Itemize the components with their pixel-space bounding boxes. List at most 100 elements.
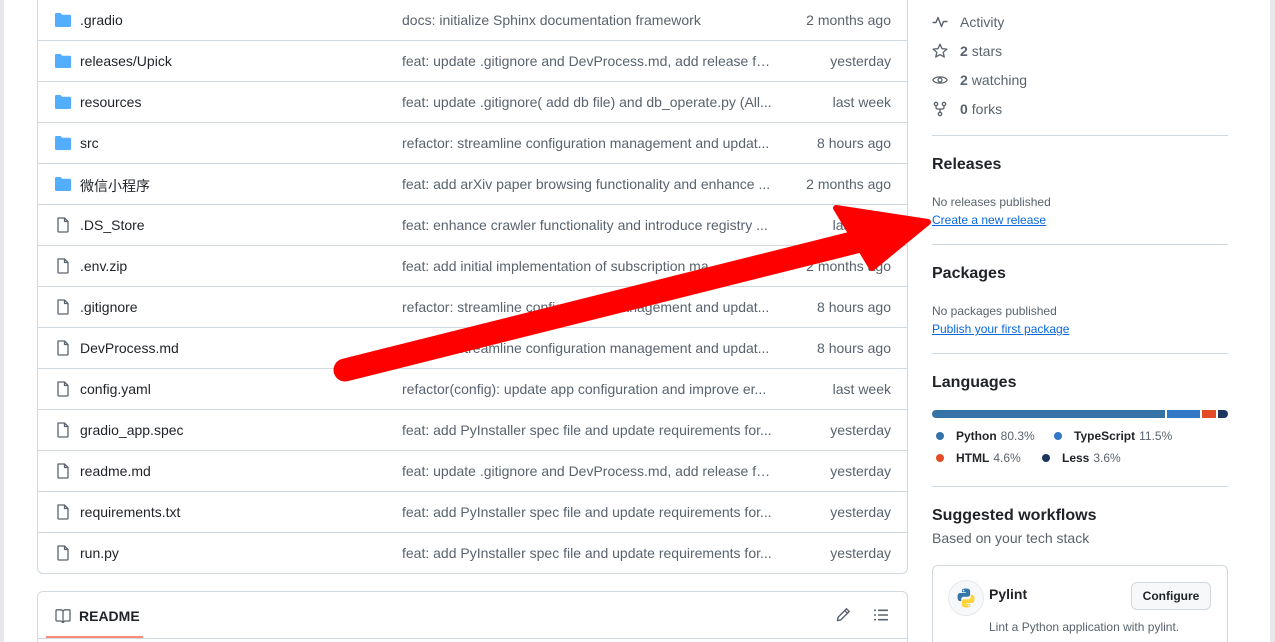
commit-message-link[interactable]: refactor: streamline configuration manag… <box>402 340 772 356</box>
language-item[interactable]: Python 80.3% <box>936 429 1035 443</box>
commit-time: last week <box>832 217 891 233</box>
file-name-link[interactable]: releases/Upick <box>80 53 380 69</box>
commit-message-link[interactable]: feat: add PyInstaller spec file and upda… <box>402 422 772 438</box>
window-left-edge <box>0 0 4 642</box>
file-name-link[interactable]: src <box>80 135 380 151</box>
create-release-link[interactable]: Create a new release <box>932 213 1046 227</box>
sidebar-divider <box>932 244 1228 245</box>
forks-link[interactable]: 0 forks <box>932 99 1002 119</box>
file-name-link[interactable]: .DS_Store <box>80 217 380 233</box>
file-icon <box>54 463 72 479</box>
commit-time: 2 months ago <box>806 176 891 192</box>
file-name-link[interactable]: .gitignore <box>80 299 380 315</box>
workflow-card-pylint: Pylint Configure Lint a Python applicati… <box>932 565 1228 642</box>
file-row[interactable]: 微信小程序 feat: add arXiv paper browsing func… <box>38 164 907 205</box>
commit-message-link[interactable]: feat: update .gitignore and DevProcess.m… <box>402 463 772 479</box>
file-name-link[interactable]: 微信小程序 <box>80 176 380 196</box>
language-name: HTML <box>956 451 990 465</box>
commit-message-link[interactable]: feat: enhance crawler functionality and … <box>402 217 772 233</box>
file-row[interactable]: DevProcess.md refactor: streamline config… <box>38 328 907 369</box>
activity-link[interactable]: Activity <box>932 12 1004 32</box>
commit-time: 8 hours ago <box>817 340 891 356</box>
activity-label: Activity <box>960 14 1005 30</box>
pencil-icon[interactable] <box>835 607 851 623</box>
file-name-link[interactable]: readme.md <box>80 463 380 479</box>
file-name-link[interactable]: resources <box>80 94 380 110</box>
folder-icon <box>54 94 72 110</box>
language-percent: 3.6% <box>1093 451 1121 465</box>
commit-time: 2 months ago <box>806 12 891 28</box>
commit-message-link[interactable]: feat: add PyInstaller spec file and upda… <box>402 504 772 520</box>
forks-count: 0 <box>960 101 968 117</box>
language-item[interactable]: Less 3.6% <box>1042 451 1121 465</box>
file-row[interactable]: requirements.txt feat: add PyInstaller sp… <box>38 492 907 533</box>
commit-message-link[interactable]: feat: add initial implementation of subs… <box>402 258 772 274</box>
file-icon <box>54 422 72 438</box>
language-bar-segment <box>932 410 1165 418</box>
file-list: .gradio docs: initialize Sphinx documenta… <box>37 0 908 574</box>
language-item[interactable]: HTML 4.6% <box>936 451 1021 465</box>
commit-message-link[interactable]: refactor: streamline configuration manag… <box>402 135 772 151</box>
file-row[interactable]: run.py feat: add PyInstaller spec file an… <box>38 533 907 574</box>
commit-time: yesterday <box>830 504 891 520</box>
language-percent: 80.3% <box>1000 429 1035 443</box>
file-name-link[interactable]: gradio_app.spec <box>80 422 380 438</box>
fork-icon <box>933 101 947 117</box>
watching-count: 2 <box>960 72 968 88</box>
file-row[interactable]: resources feat: update .gitignore( add db… <box>38 82 907 123</box>
file-row[interactable]: .gitignore refactor: streamline configura… <box>38 287 907 328</box>
pulse-icon <box>932 16 948 28</box>
stars-link[interactable]: 2 stars <box>932 41 1002 61</box>
star-icon <box>932 43 948 58</box>
commit-message-link[interactable]: feat: add PyInstaller spec file and upda… <box>402 545 772 561</box>
commit-time: 8 hours ago <box>817 135 891 151</box>
file-name-link[interactable]: .gradio <box>80 12 380 28</box>
file-row[interactable]: src refactor: streamline configuration ma… <box>38 123 907 164</box>
file-name-link[interactable]: DevProcess.md <box>80 340 380 356</box>
releases-heading[interactable]: Releases <box>932 156 1001 174</box>
file-name-link[interactable]: .env.zip <box>80 258 380 274</box>
commit-message-link[interactable]: feat: update .gitignore( add db file) an… <box>402 94 772 110</box>
file-name-link[interactable]: requirements.txt <box>80 504 380 520</box>
folder-icon <box>54 176 72 192</box>
window-scrollbar-track[interactable] <box>1270 0 1275 642</box>
file-row[interactable]: config.yaml refactor(config): update app … <box>38 369 907 410</box>
language-bar <box>932 410 1228 418</box>
file-icon <box>54 217 72 233</box>
file-name-link[interactable]: run.py <box>80 545 380 561</box>
commit-time: last week <box>832 94 891 110</box>
language-name: TypeScript <box>1074 429 1136 443</box>
file-row[interactable]: .DS_Store feat: enhance crawler functiona… <box>38 205 907 246</box>
file-row[interactable]: gradio_app.spec feat: add PyInstaller spe… <box>38 410 907 451</box>
table-of-contents-icon[interactable] <box>873 607 889 623</box>
file-icon <box>54 381 72 397</box>
file-row[interactable]: releases/Upick feat: update .gitignore an… <box>38 41 907 82</box>
stars-label: stars <box>971 43 1003 59</box>
commit-time: last week <box>832 381 891 397</box>
file-row[interactable]: readme.md feat: update .gitignore and Dev… <box>38 451 907 492</box>
releases-note: No releases published <box>932 195 1051 209</box>
commit-message-link[interactable]: feat: update .gitignore and DevProcess.m… <box>402 53 772 69</box>
file-name-link[interactable]: config.yaml <box>80 381 380 397</box>
language-dot <box>936 432 944 440</box>
commit-message-link[interactable]: feat: add arXiv paper browsing functiona… <box>402 176 772 192</box>
file-row[interactable]: .gradio docs: initialize Sphinx documenta… <box>38 0 907 41</box>
language-item[interactable]: TypeScript 11.5% <box>1054 429 1172 443</box>
sidebar-divider <box>932 486 1228 487</box>
packages-heading[interactable]: Packages <box>932 265 1006 283</box>
configure-button[interactable]: Configure <box>1131 582 1211 610</box>
folder-icon <box>54 53 72 69</box>
commit-time: yesterday <box>830 422 891 438</box>
commit-message-link[interactable]: docs: initialize Sphinx documentation fr… <box>402 12 772 28</box>
publish-package-link[interactable]: Publish your first package <box>932 322 1069 336</box>
language-percent: 4.6% <box>993 451 1021 465</box>
file-row[interactable]: .env.zip feat: add initial implementation… <box>38 246 907 287</box>
commit-message-link[interactable]: refactor(config): update app configurati… <box>402 381 772 397</box>
watching-link[interactable]: 2 watching <box>932 70 1027 90</box>
commit-message-link[interactable]: refactor: streamline configuration manag… <box>402 299 772 315</box>
readme-tab-label[interactable]: README <box>79 608 140 624</box>
readme-panel: README <box>37 591 908 642</box>
language-dot <box>1042 454 1050 462</box>
workflow-name[interactable]: Pylint <box>989 586 1027 602</box>
eye-icon <box>932 76 948 84</box>
